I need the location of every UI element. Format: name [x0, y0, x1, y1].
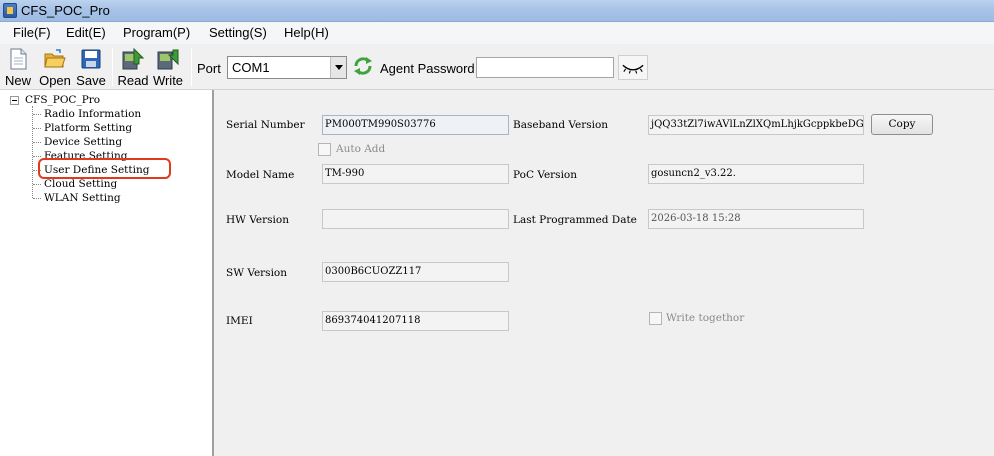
auto-add-label: Auto Add: [336, 143, 386, 155]
imei-label: IMEI: [226, 315, 253, 327]
tree-connector: [33, 156, 41, 157]
menu-bar: File(F) Edit(E) Program(P) Setting(S) He…: [0, 22, 994, 44]
poc-version-label: PoC Version: [513, 169, 578, 181]
show-password-button[interactable]: [618, 55, 648, 80]
tree-root[interactable]: CFS_POC_Pro: [25, 94, 100, 106]
save-label: Save: [76, 73, 106, 88]
write-together-checkbox[interactable]: [649, 312, 662, 325]
settings-tree: CFS_POC_Pro Radio Information Platform S…: [0, 90, 214, 456]
open-label: Open: [39, 73, 71, 88]
read-device-icon: [122, 48, 144, 70]
new-file-icon: [10, 48, 27, 70]
write-device-icon: [157, 49, 179, 70]
menu-setting[interactable]: Setting(S): [209, 25, 267, 40]
tree-connector: [33, 142, 41, 143]
model-name-field[interactable]: TM-990: [322, 164, 509, 184]
menu-program[interactable]: Program(P): [123, 25, 190, 40]
app-icon: [3, 3, 17, 18]
toolbar-separator: [191, 48, 192, 86]
copy-button[interactable]: Copy: [871, 114, 933, 135]
port-select-value: COM1: [232, 60, 270, 75]
tree-connector: [33, 198, 41, 199]
menu-help[interactable]: Help(H): [284, 25, 329, 40]
tree-item-device-setting[interactable]: Device Setting: [44, 136, 122, 148]
hw-version-field[interactable]: [322, 209, 509, 229]
tree-connector: [33, 184, 41, 185]
tree-connector: [33, 128, 41, 129]
new-label: New: [4, 73, 31, 88]
port-label: Port: [197, 61, 221, 76]
write-together-label: Write togethor: [666, 312, 745, 324]
agent-password-input[interactable]: [476, 57, 614, 78]
toolbar-separator: [112, 48, 113, 86]
menu-edit[interactable]: Edit(E): [66, 25, 106, 40]
toolbar: New Open Save Read Write Port COM1 Agent…: [0, 44, 994, 90]
port-select[interactable]: COM1: [227, 56, 347, 79]
sw-version-field[interactable]: 0300B6CUOZZ117: [322, 262, 509, 282]
baseband-version-label: Baseband Version: [513, 119, 609, 131]
tree-item-radio-information[interactable]: Radio Information: [44, 108, 141, 120]
save-button[interactable]: Save: [75, 46, 107, 88]
window-title: CFS_POC_Pro: [21, 3, 110, 18]
menu-file[interactable]: File(F): [13, 25, 51, 40]
imei-field[interactable]: 869374041207118: [322, 311, 509, 331]
last-programmed-date-label: Last Programmed Date: [513, 214, 637, 226]
read-label: Read: [117, 73, 149, 88]
auto-add-checkbox[interactable]: [318, 143, 331, 156]
tree-collapse-toggle[interactable]: [10, 96, 19, 105]
tree-item-platform-setting[interactable]: Platform Setting: [44, 122, 132, 134]
save-disk-icon: [81, 49, 101, 69]
chevron-down-icon[interactable]: [330, 57, 346, 78]
tree-item-cloud-setting[interactable]: Cloud Setting: [44, 178, 117, 190]
serial-number-field[interactable]: PM000TM990S03776: [322, 115, 509, 135]
refresh-icon[interactable]: [351, 54, 375, 78]
write-button[interactable]: Write: [151, 46, 185, 88]
tree-connector: [33, 114, 41, 115]
write-label: Write: [152, 73, 184, 88]
tree-item-wlan-setting[interactable]: WLAN Setting: [44, 192, 121, 204]
agent-password-label: Agent Password: [380, 61, 475, 76]
open-folder-icon: [44, 49, 66, 68]
poc-version-field[interactable]: gosuncn2_v3.22.: [648, 164, 864, 184]
title-bar: CFS_POC_Pro: [0, 0, 994, 22]
radio-information-panel: Serial Number PM000TM990S03776 Baseband …: [216, 90, 994, 456]
hw-version-label: HW Version: [226, 214, 289, 226]
serial-number-label: Serial Number: [226, 119, 305, 131]
open-button[interactable]: Open: [37, 46, 73, 88]
new-button[interactable]: New: [3, 46, 33, 88]
model-name-label: Model Name: [226, 169, 295, 181]
baseband-version-field[interactable]: jQQ33tZl7iwAVlLnZlXQmLhjkGcppkbeDGw: [648, 115, 864, 135]
read-button[interactable]: Read: [117, 46, 149, 88]
sw-version-label: SW Version: [226, 267, 288, 279]
last-programmed-date-field[interactable]: 2026-03-18 15:28: [648, 209, 864, 229]
highlight-annotation: [38, 158, 171, 179]
eye-closed-icon: [622, 64, 644, 74]
